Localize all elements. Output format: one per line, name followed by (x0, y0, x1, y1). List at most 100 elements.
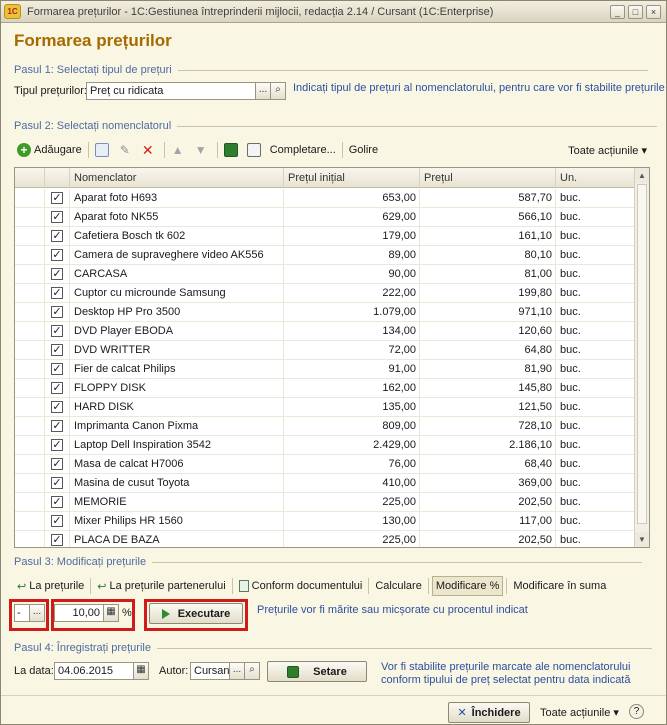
price-cell[interactable]: 369,00 (420, 474, 556, 493)
row-checkbox[interactable]: ✓ (51, 211, 63, 223)
unit-cell[interactable]: buc. (556, 265, 635, 284)
unit-cell[interactable]: buc. (556, 455, 635, 474)
unit-cell[interactable]: buc. (556, 436, 635, 455)
item-cell[interactable]: Aparat foto NK55 (70, 208, 284, 227)
initial-price-cell[interactable]: 76,00 (284, 455, 420, 474)
unit-cell[interactable]: buc. (556, 322, 635, 341)
row-check-cell[interactable]: ✓ (45, 360, 70, 379)
footer-all-actions-menu[interactable]: Toate acțiunile ▾ (540, 706, 619, 719)
initial-price-cell[interactable]: 72,00 (284, 341, 420, 360)
unit-cell[interactable]: buc. (556, 531, 635, 547)
price-cell[interactable]: 161,10 (420, 227, 556, 246)
unit-cell[interactable]: buc. (556, 512, 635, 531)
item-cell[interactable]: Masina de cusut Toyota (70, 474, 284, 493)
close-window-button[interactable]: × (646, 4, 661, 19)
price-cell[interactable]: 80,10 (420, 246, 556, 265)
row-checkbox[interactable]: ✓ (51, 268, 63, 280)
row-check-cell[interactable]: ✓ (45, 436, 70, 455)
date-picker-button[interactable]: ▦ (133, 662, 149, 680)
table-row[interactable]: ✓ PLACA DE BAZA 225,00 202,50 buc. (15, 531, 635, 547)
price-cell[interactable]: 971,10 (420, 303, 556, 322)
price-type-select-button[interactable]: ... (255, 82, 271, 100)
row-checkbox[interactable]: ✓ (51, 344, 63, 356)
row-check-cell[interactable]: ✓ (45, 322, 70, 341)
price-cell[interactable]: 145,80 (420, 379, 556, 398)
delete-row-button[interactable]: ✕ (138, 140, 161, 160)
row-check-cell[interactable]: ✓ (45, 341, 70, 360)
item-cell[interactable]: FLOPPY DISK (70, 379, 284, 398)
initial-price-cell[interactable]: 222,00 (284, 284, 420, 303)
unit-cell[interactable]: buc. (556, 189, 635, 208)
row-check-cell[interactable]: ✓ (45, 303, 70, 322)
initial-price-cell[interactable]: 90,00 (284, 265, 420, 284)
row-checkbox[interactable]: ✓ (51, 325, 63, 337)
row-checkbox[interactable]: ✓ (51, 306, 63, 318)
move-down-button[interactable]: ▼ (191, 140, 214, 160)
row-check-cell[interactable]: ✓ (45, 398, 70, 417)
row-checkbox[interactable]: ✓ (51, 458, 63, 470)
initial-price-cell[interactable]: 91,00 (284, 360, 420, 379)
row-checkbox[interactable]: ✓ (51, 363, 63, 375)
table-row[interactable]: ✓ Masa de calcat H7006 76,00 68,40 buc. (15, 455, 635, 474)
table-row[interactable]: ✓ Aparat foto H693 653,00 587,70 buc. (15, 189, 635, 208)
header-item[interactable]: Nomenclator (70, 168, 284, 188)
price-cell[interactable]: 68,40 (420, 455, 556, 474)
tab-calculate[interactable]: Calculare (372, 576, 424, 596)
table-row[interactable]: ✓ Masina de cusut Toyota 410,00 369,00 buc. (15, 474, 635, 493)
unit-cell[interactable]: buc. (556, 208, 635, 227)
row-check-cell[interactable]: ✓ (45, 208, 70, 227)
row-check-cell[interactable]: ✓ (45, 265, 70, 284)
item-cell[interactable]: Camera de supraveghere video AK556 (70, 246, 284, 265)
price-cell[interactable]: 81,90 (420, 360, 556, 379)
initial-price-cell[interactable]: 410,00 (284, 474, 420, 493)
item-cell[interactable]: Cuptor cu microunde Samsung (70, 284, 284, 303)
table-row[interactable]: ✓ Mixer Philips HR 1560 130,00 117,00 buc. (15, 512, 635, 531)
row-checkbox[interactable]: ✓ (51, 382, 63, 394)
add-button[interactable]: + Adăugare (14, 140, 85, 160)
percent-field[interactable]: 10,00 (54, 604, 104, 622)
price-cell[interactable]: 728,10 (420, 417, 556, 436)
tab-partner-prices[interactable]: ↩ La prețurile partenerului (94, 576, 228, 596)
items-table[interactable]: Nomenclator Prețul inițial Prețul Un. ✓ A… (14, 167, 650, 548)
unit-cell[interactable]: buc. (556, 493, 635, 512)
table-row[interactable]: ✓ Cuptor cu microunde Samsung 222,00 199,80… (15, 284, 635, 303)
price-cell[interactable]: 2.186,10 (420, 436, 556, 455)
price-type-search-button[interactable]: ⌕ (270, 82, 286, 100)
initial-price-cell[interactable]: 809,00 (284, 417, 420, 436)
initial-price-cell[interactable]: 225,00 (284, 531, 420, 547)
row-checkbox[interactable]: ✓ (51, 515, 63, 527)
row-check-cell[interactable]: ✓ (45, 493, 70, 512)
check-all-button[interactable] (221, 140, 244, 160)
row-checkbox[interactable]: ✓ (51, 287, 63, 299)
row-checkbox[interactable]: ✓ (51, 534, 63, 546)
table-row[interactable]: ✓ CARCASA 90,00 81,00 buc. (15, 265, 635, 284)
unit-cell[interactable]: buc. (556, 246, 635, 265)
row-check-cell[interactable]: ✓ (45, 531, 70, 547)
initial-price-cell[interactable]: 130,00 (284, 512, 420, 531)
row-check-cell[interactable]: ✓ (45, 379, 70, 398)
table-row[interactable]: ✓ FLOPPY DISK 162,00 145,80 buc. (15, 379, 635, 398)
unit-cell[interactable]: buc. (556, 360, 635, 379)
price-type-field[interactable]: Preț cu ridicata (86, 82, 256, 100)
table-row[interactable]: ✓ Cafetiera Bosch tk 602 179,00 161,10 buc. (15, 227, 635, 246)
author-search-button[interactable]: ⌕ (244, 662, 260, 680)
table-row[interactable]: ✓ DVD Player EBODA 134,00 120,60 buc. (15, 322, 635, 341)
unit-cell[interactable]: buc. (556, 284, 635, 303)
item-cell[interactable]: Mixer Philips HR 1560 (70, 512, 284, 531)
row-checkbox[interactable]: ✓ (51, 477, 63, 489)
row-check-cell[interactable]: ✓ (45, 189, 70, 208)
table-row[interactable]: ✓ Laptop Dell Inspiration 3542 2.429,00 2.1… (15, 436, 635, 455)
unit-cell[interactable]: buc. (556, 379, 635, 398)
table-row[interactable]: ✓ Desktop HP Pro 3500 1.079,00 971,10 buc. (15, 303, 635, 322)
row-check-cell[interactable]: ✓ (45, 246, 70, 265)
initial-price-cell[interactable]: 1.079,00 (284, 303, 420, 322)
row-check-cell[interactable]: ✓ (45, 474, 70, 493)
item-cell[interactable]: PLACA DE BAZA (70, 531, 284, 547)
table-row[interactable]: ✓ DVD WRITTER 72,00 64,80 buc. (15, 341, 635, 360)
price-cell[interactable]: 64,80 (420, 341, 556, 360)
set-button[interactable]: Setare (267, 661, 367, 682)
clear-button[interactable]: Golire (346, 140, 381, 160)
price-cell[interactable]: 566,10 (420, 208, 556, 227)
initial-price-cell[interactable]: 629,00 (284, 208, 420, 227)
unit-cell[interactable]: buc. (556, 474, 635, 493)
